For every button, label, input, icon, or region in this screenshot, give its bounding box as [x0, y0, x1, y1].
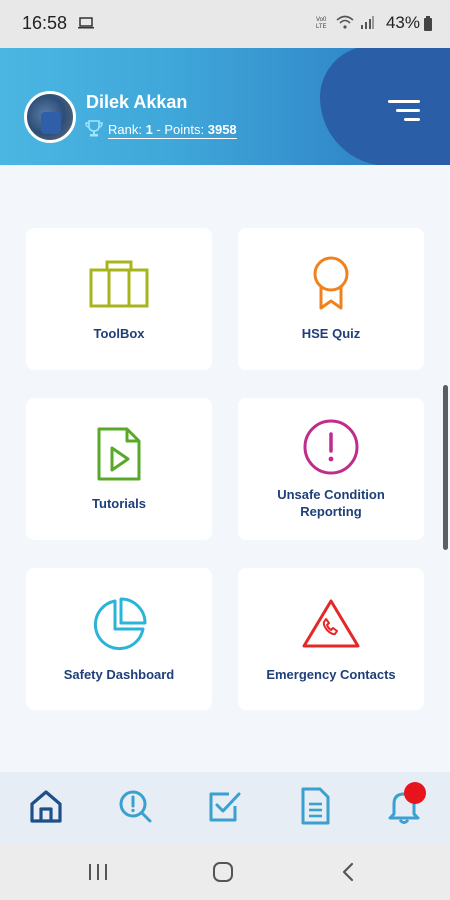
svg-text:LTE: LTE — [316, 24, 327, 30]
status-bar: 16:58 Vo0 LTE 43% — [0, 0, 450, 48]
rank-label: Rank: — [108, 122, 146, 137]
search-alert-icon[interactable] — [115, 786, 155, 826]
avatar[interactable] — [24, 91, 76, 143]
award-ribbon-icon — [313, 256, 349, 310]
scroll-indicator[interactable] — [443, 385, 448, 550]
volte-icon: Vo0 LTE — [316, 17, 327, 30]
home-icon[interactable] — [26, 786, 66, 826]
document-icon[interactable] — [295, 786, 335, 826]
battery-percent: 43% — [385, 13, 420, 32]
card-label: Tutorials — [92, 496, 146, 511]
points-value: 3958 — [207, 122, 237, 137]
menu-line-3 — [404, 118, 420, 121]
trophy-icon — [85, 120, 103, 137]
menu-line-2 — [396, 109, 420, 112]
svg-text:Vo0: Vo0 — [316, 17, 327, 23]
card-hse-quiz[interactable]: HSE Quiz — [238, 228, 424, 370]
video-file-icon — [97, 427, 141, 481]
alert-circle-icon — [303, 419, 359, 475]
card-label: Emergency Contacts — [266, 667, 396, 682]
status-icons: Vo0 LTE — [316, 14, 374, 30]
laptop-icon — [78, 17, 94, 29]
avatar-figure — [41, 112, 61, 134]
bottom-tab-bar — [0, 772, 450, 844]
wifi-icon — [336, 15, 354, 29]
back-button[interactable] — [336, 860, 362, 884]
checklist-icon[interactable] — [205, 786, 245, 826]
user-name: Dilek Akkan — [86, 92, 188, 112]
system-nav-bar — [0, 844, 450, 900]
card-label: Unsafe Condition Reporting — [277, 487, 385, 519]
header-blob — [320, 48, 450, 165]
menu-button[interactable] — [388, 98, 420, 124]
toolbox-icon — [89, 260, 149, 308]
status-time: 16:58 — [22, 13, 68, 33]
home-button[interactable] — [210, 860, 236, 884]
card-label: HSE Quiz — [301, 326, 361, 341]
signal-icon — [361, 16, 374, 29]
card-emergency-contacts[interactable]: Emergency Contacts — [238, 568, 424, 710]
rank-points-link[interactable]: Rank: 1 - Points: 3958 — [108, 122, 237, 139]
card-label: ToolBox — [93, 326, 145, 341]
card-safety-dashboard[interactable]: Safety Dashboard — [26, 568, 212, 710]
notification-badge — [404, 782, 426, 804]
emergency-phone-icon — [302, 599, 360, 648]
battery-icon — [424, 16, 432, 31]
pie-chart-icon — [93, 597, 147, 651]
rank-value: 1 — [145, 122, 153, 137]
menu-line-1 — [388, 100, 420, 103]
card-label: Safety Dashboard — [63, 667, 175, 682]
profile-header: Dilek Akkan Rank: 1 - Points: 3958 — [0, 48, 450, 165]
card-toolbox[interactable]: ToolBox — [26, 228, 212, 370]
card-tutorials[interactable]: Tutorials — [26, 398, 212, 540]
recents-button[interactable] — [85, 860, 111, 884]
card-unsafe-condition[interactable]: Unsafe Condition Reporting — [238, 398, 424, 540]
points-label: - Points: — [152, 122, 208, 137]
